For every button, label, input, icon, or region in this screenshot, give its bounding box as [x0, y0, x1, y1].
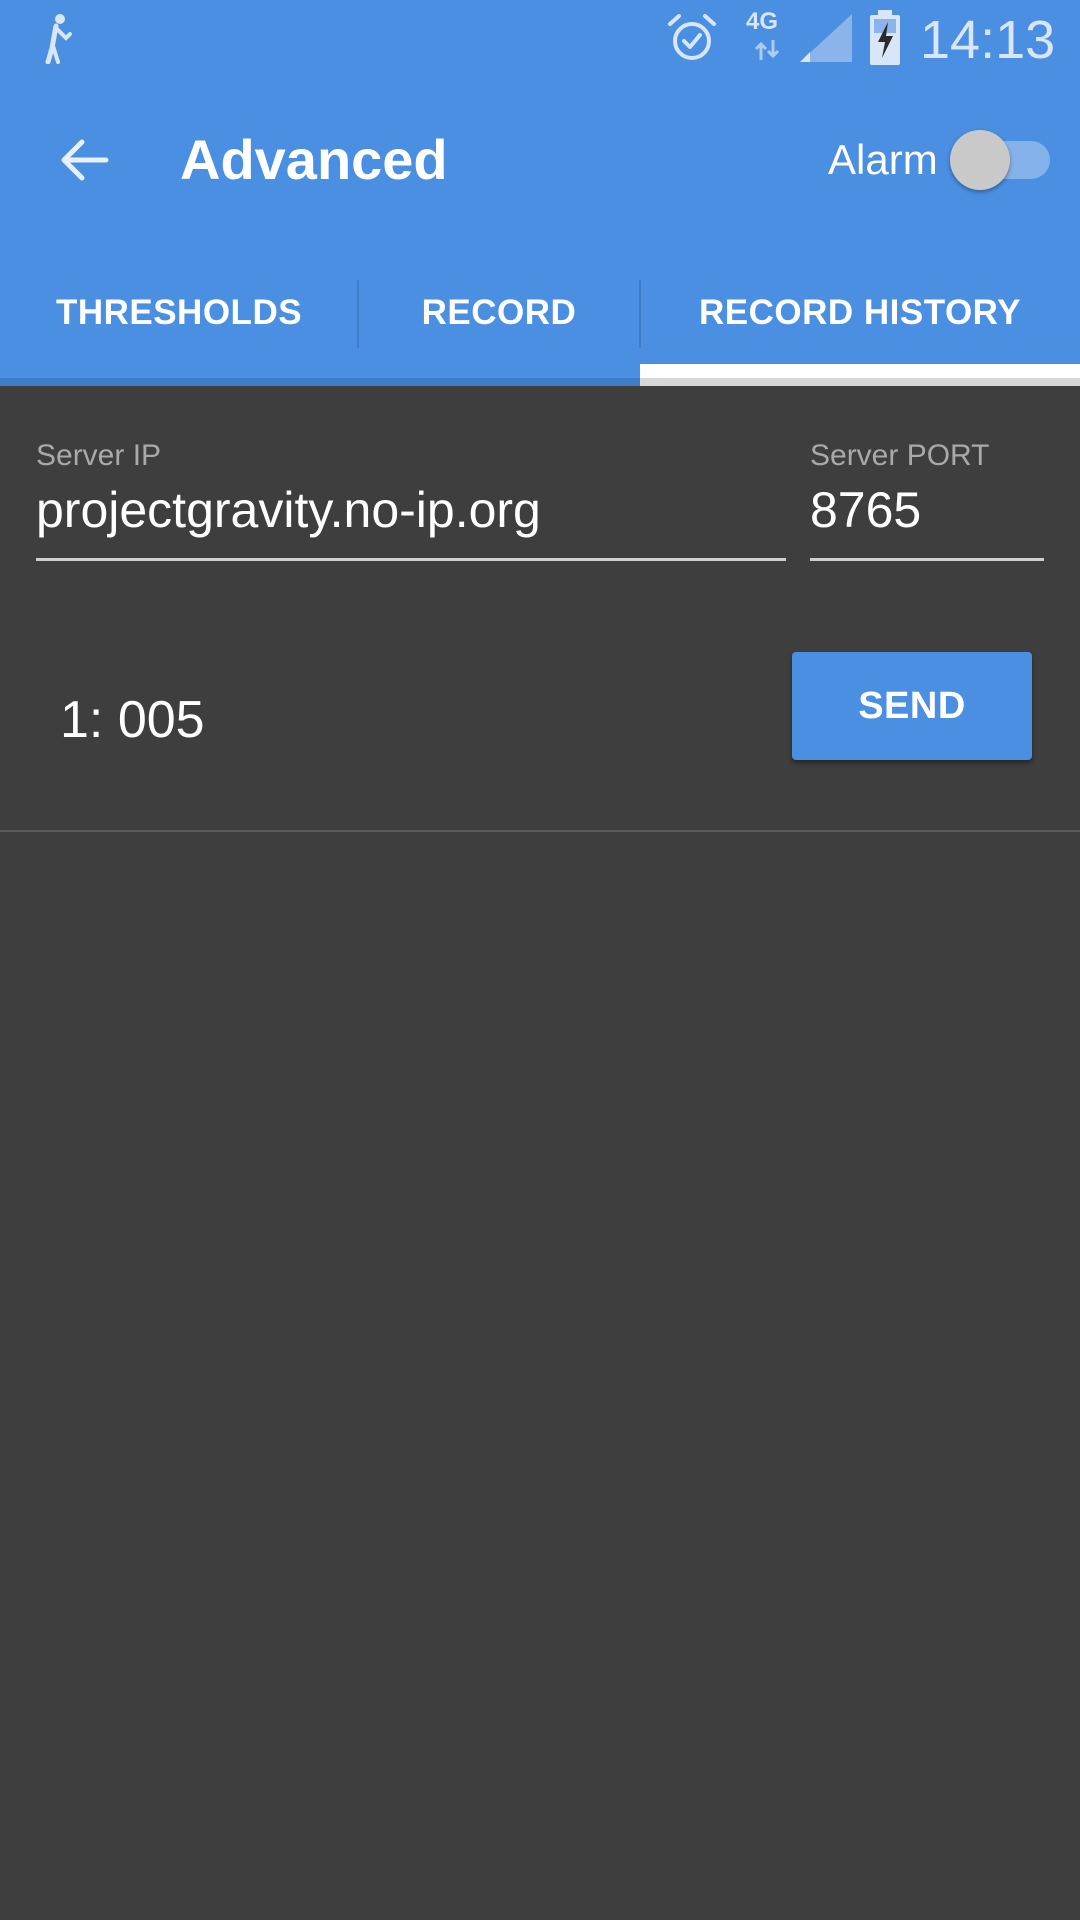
- signal-icon: [800, 14, 852, 62]
- tab-thresholds[interactable]: THRESHOLDS: [0, 240, 358, 386]
- server-port-underline: [810, 558, 1044, 561]
- record-row: 1: 005 SEND: [0, 652, 1080, 828]
- alarm-clock-icon: [668, 14, 716, 60]
- back-button[interactable]: [40, 126, 128, 194]
- screen: 4G 14:13 Advanced Alarm THRESHOLDS RECOR…: [0, 0, 1080, 1920]
- arrow-left-icon: [61, 139, 109, 181]
- toolbar: Advanced Alarm: [0, 80, 1080, 240]
- row-divider: [0, 830, 1080, 832]
- content-area: Server IP projectgravity.no-ip.org Serve…: [0, 386, 1080, 1920]
- alarm-label: Alarm: [828, 136, 938, 183]
- tab-record[interactable]: RECORD: [358, 240, 640, 386]
- walking-person-icon: [45, 14, 72, 64]
- network-indicator: 4G: [744, 8, 790, 64]
- server-ip-label: Server IP: [36, 439, 162, 472]
- active-tab-indicator: [640, 364, 1080, 378]
- data-arrows-icon: [754, 40, 780, 60]
- status-bar: 4G 14:13: [0, 0, 1080, 80]
- alarm-toggle-thumb: [950, 130, 1010, 190]
- status-time: 14:13: [920, 10, 1056, 70]
- send-button[interactable]: SEND: [792, 652, 1032, 760]
- tab-bar-bottom-edge: [0, 378, 1080, 386]
- page-title: Advanced: [180, 128, 448, 191]
- active-tab-underline: [640, 378, 1080, 386]
- app-bar: 4G 14:13 Advanced Alarm THRESHOLDS RECOR…: [0, 0, 1080, 386]
- server-ip-input[interactable]: projectgravity.no-ip.org: [36, 478, 786, 542]
- server-port-field[interactable]: Server PORT 8765: [810, 438, 1044, 561]
- server-ip-field[interactable]: Server IP projectgravity.no-ip.org: [36, 438, 786, 561]
- server-ip-underline: [36, 558, 786, 561]
- network-type-label: 4G: [746, 8, 779, 35]
- record-label: 1: 005: [60, 691, 205, 749]
- battery-charging-icon: [870, 10, 900, 65]
- server-port-input[interactable]: 8765: [810, 478, 1044, 542]
- server-port-label: Server PORT: [810, 439, 990, 472]
- tab-bar: THRESHOLDS RECORD RECORD HISTORY: [0, 240, 1080, 386]
- alarm-toggle[interactable]: [950, 130, 1054, 190]
